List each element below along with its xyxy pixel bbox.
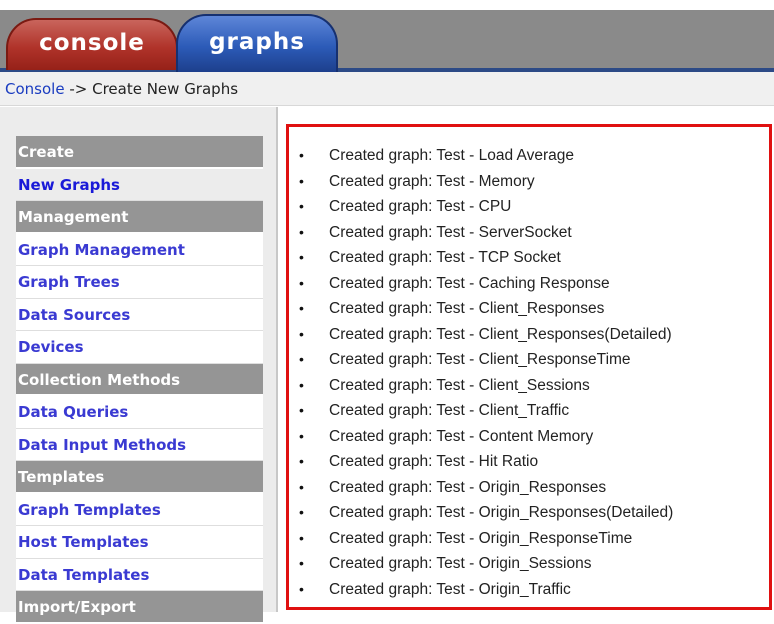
sidebar-item-data-queries[interactable]: Data Queries [16, 396, 263, 429]
tab-graphs[interactable]: graphs [176, 14, 338, 72]
tab-bar: console graphs [0, 0, 774, 72]
created-graph-message: Created graph: Test - ServerSocket [329, 223, 572, 241]
created-graphs-list: • Created graph: Test - Load Average • Crea… [299, 143, 673, 602]
breadcrumb-console-link[interactable]: Console [5, 80, 65, 98]
sidebar-section-templates: Templates [16, 461, 263, 494]
created-graph-message: Created graph: Test - Origin_Sessions [329, 555, 592, 572]
bullet-icon: • [299, 529, 304, 546]
bullet-icon: • [299, 580, 304, 597]
created-graph-message: Created graph: Test - Client_Responses [329, 300, 605, 317]
list-item: • Created graph: Test - Origin_Responses(… [299, 500, 673, 526]
bullet-icon: • [299, 478, 304, 495]
sidebar-item-graph-trees[interactable]: Graph Trees [16, 266, 263, 299]
sidebar-item-data-sources[interactable]: Data Sources [16, 298, 263, 331]
sidebar-item-data-templates[interactable]: Data Templates [16, 558, 263, 591]
tab-console[interactable]: console [6, 18, 178, 70]
bullet-icon: • [299, 274, 304, 291]
created-graph-message: Created graph: Test - Load Average [329, 147, 575, 164]
list-item: • Created graph: Test - CPU [299, 194, 673, 220]
created-graph-message: Created graph: Test - Caching Response [329, 274, 610, 292]
created-graph-message: Created graph: Test - Origin_Traffic [329, 580, 571, 598]
bullet-icon: • [299, 427, 304, 444]
bullet-icon: • [299, 376, 304, 393]
bullet-icon: • [299, 147, 304, 163]
sidebar-section-import-export: Import/Export [16, 591, 263, 624]
sidebar-menu: Create New Graphs Management Graph Manageme… [16, 136, 263, 624]
sidebar-item-graph-templates[interactable]: Graph Templates [16, 493, 263, 526]
list-item: • Created graph: Test - Load Average [299, 143, 673, 169]
list-item: • Created graph: Test - Client_Responses [299, 296, 673, 322]
created-graph-message: Created graph: Test - CPU [329, 198, 512, 215]
breadcrumb: Console -> Create New Graphs [0, 72, 774, 106]
bullet-icon: • [299, 300, 304, 316]
bullet-icon: • [299, 453, 304, 469]
list-item: • Created graph: Test - Client_Sessions [299, 373, 673, 399]
bullet-icon: • [299, 351, 304, 367]
list-item: • Created graph: Test - Hit Ratio [299, 449, 673, 475]
sidebar-item-new-graphs[interactable]: New Graphs [16, 168, 263, 201]
created-graph-message: Created graph: Test - TCP Socket [329, 249, 561, 266]
list-item: • Created graph: Test - Memory [299, 169, 673, 195]
created-graph-message: Created graph: Test - Content Memory [329, 427, 594, 445]
sidebar-item-data-input-methods[interactable]: Data Input Methods [16, 428, 263, 461]
list-item: • Created graph: Test - Client_Traffic [299, 398, 673, 424]
bullet-icon: • [299, 504, 304, 520]
created-graph-message: Created graph: Test - Memory [329, 172, 535, 190]
created-graph-message: Created graph: Test - Origin_ResponseTim… [329, 529, 633, 547]
created-graph-message: Created graph: Test - Client_Sessions [329, 376, 590, 394]
list-item: • Created graph: Test - Content Memory [299, 424, 673, 450]
list-item: • Created graph: Test - Caching Response [299, 271, 673, 297]
created-graph-message: Created graph: Test - Origin_Responses [329, 478, 607, 496]
sidebar-section-create: Create [16, 136, 263, 169]
breadcrumb-current: Create New Graphs [92, 80, 239, 98]
created-graph-message: Created graph: Test - Client_ResponseTim… [329, 351, 631, 368]
sidebar-divider [276, 107, 278, 612]
list-item: • Created graph: Test - Client_Responses(… [299, 322, 673, 348]
list-item: • Created graph: Test - TCP Socket [299, 245, 673, 271]
created-graph-message: Created graph: Test - Client_Traffic [329, 402, 570, 419]
list-item: • Created graph: Test - Origin_Traffic [299, 577, 673, 603]
bullet-icon: • [299, 172, 304, 189]
created-graph-message: Created graph: Test - Hit Ratio [329, 453, 539, 470]
list-item: • Created graph: Test - Client_ResponseTi… [299, 347, 673, 373]
breadcrumb-separator: -> [69, 80, 88, 98]
list-item: • Created graph: Test - ServerSocket [299, 220, 673, 246]
created-graph-message: Created graph: Test - Origin_Responses(D… [329, 504, 674, 521]
list-item: • Created graph: Test - Origin_Sessions [299, 551, 673, 577]
bullet-icon: • [299, 325, 304, 342]
list-item: • Created graph: Test - Origin_ResponseTi… [299, 526, 673, 552]
bullet-icon: • [299, 402, 304, 418]
list-item: • Created graph: Test - Origin_Responses [299, 475, 673, 501]
sidebar-item-devices[interactable]: Devices [16, 331, 263, 364]
bullet-icon: • [299, 198, 304, 214]
sidebar-item-host-templates[interactable]: Host Templates [16, 526, 263, 559]
result-message-box: • Created graph: Test - Load Average • Crea… [286, 124, 772, 610]
bullet-icon: • [299, 223, 304, 240]
sidebar-section-management: Management [16, 201, 263, 234]
bullet-icon: • [299, 555, 304, 571]
bullet-icon: • [299, 249, 304, 265]
created-graph-message: Created graph: Test - Client_Responses(D… [329, 325, 672, 343]
sidebar-section-collection-methods: Collection Methods [16, 363, 263, 396]
sidebar-item-graph-management[interactable]: Graph Management [16, 233, 263, 266]
